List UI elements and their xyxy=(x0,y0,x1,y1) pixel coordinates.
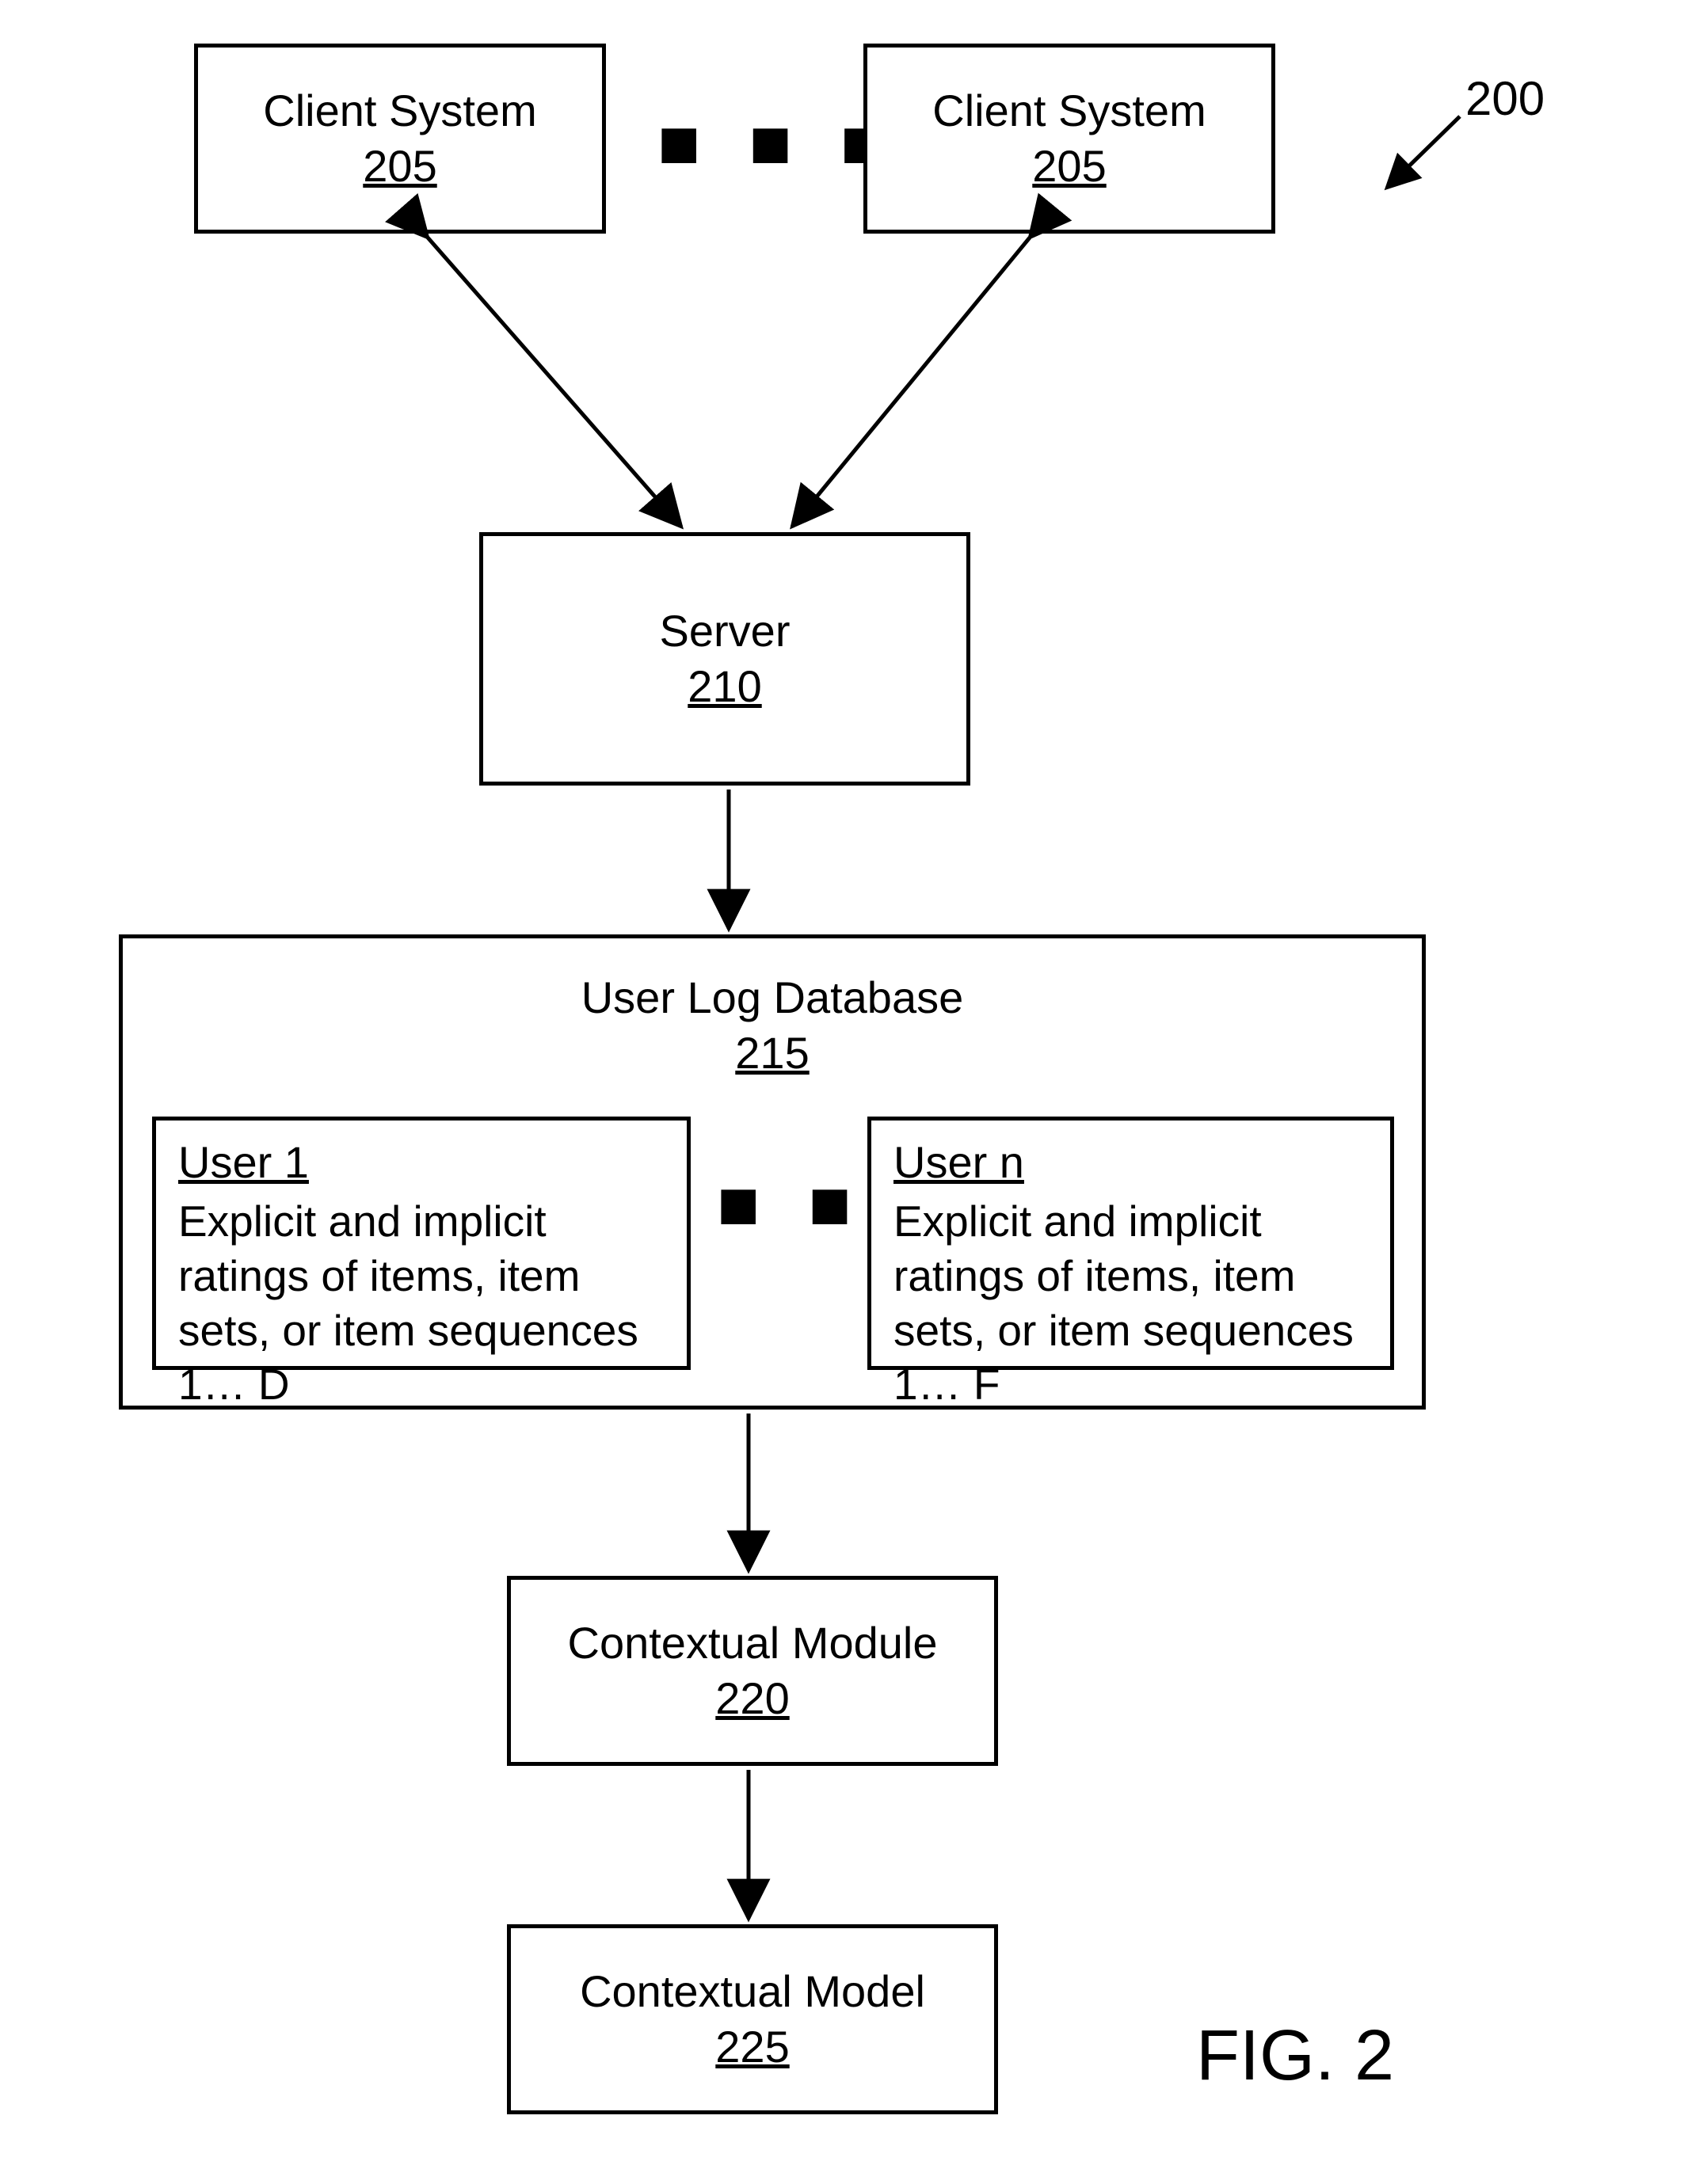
arrow-client-left-server xyxy=(428,238,681,527)
arrow-client-right-server xyxy=(792,238,1030,527)
arrows-layer xyxy=(0,0,1684,2184)
figure-label: FIG. 2 xyxy=(1196,2015,1394,2097)
diagram-page: 200 Client System 205 ■ ■ ■ Client Syste… xyxy=(0,0,1684,2184)
